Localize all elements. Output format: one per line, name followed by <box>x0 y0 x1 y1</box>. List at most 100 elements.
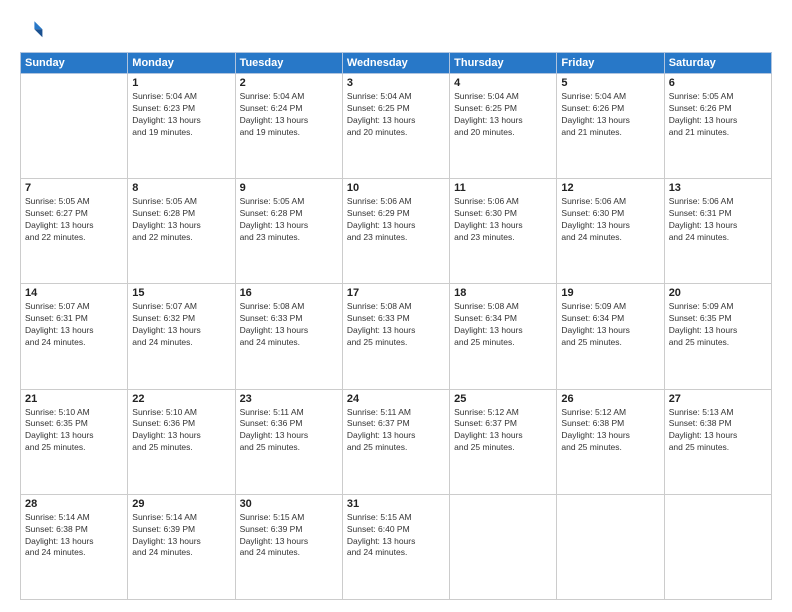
day-number: 20 <box>669 287 767 299</box>
calendar-cell: 1 Sunrise: 5:04 AMSunset: 6:23 PMDaylight… <box>128 74 235 179</box>
calendar-cell: 17 Sunrise: 5:08 AMSunset: 6:33 PMDayligh… <box>342 284 449 389</box>
weekday-header-wednesday: Wednesday <box>342 53 449 74</box>
day-info: Sunrise: 5:09 AMSunset: 6:35 PMDaylight:… <box>669 301 767 349</box>
calendar-cell <box>21 74 128 179</box>
day-number: 22 <box>132 393 230 405</box>
day-number: 29 <box>132 498 230 510</box>
day-info: Sunrise: 5:12 AMSunset: 6:37 PMDaylight:… <box>454 407 552 455</box>
calendar-cell <box>664 494 771 599</box>
calendar-cell: 27 Sunrise: 5:13 AMSunset: 6:38 PMDayligh… <box>664 389 771 494</box>
day-info: Sunrise: 5:10 AMSunset: 6:35 PMDaylight:… <box>25 407 123 455</box>
day-number: 30 <box>240 498 338 510</box>
day-number: 13 <box>669 182 767 194</box>
day-info: Sunrise: 5:04 AMSunset: 6:25 PMDaylight:… <box>454 91 552 139</box>
calendar-cell: 22Sunrise: 5:10 AMSunset: 6:36 PMDayligh… <box>128 389 235 494</box>
calendar-cell: 6 Sunrise: 5:05 AMSunset: 6:26 PMDaylight… <box>664 74 771 179</box>
header <box>20 18 772 42</box>
day-info: Sunrise: 5:04 AMSunset: 6:25 PMDaylight:… <box>347 91 445 139</box>
day-number: 23 <box>240 393 338 405</box>
calendar-cell: 3 Sunrise: 5:04 AMSunset: 6:25 PMDaylight… <box>342 74 449 179</box>
calendar-cell: 29 Sunrise: 5:14 AMSunset: 6:39 PMDayligh… <box>128 494 235 599</box>
weekday-header-sunday: Sunday <box>21 53 128 74</box>
calendar-cell: 31Sunrise: 5:15 AMSunset: 6:40 PMDayligh… <box>342 494 449 599</box>
week-row-2: 7Sunrise: 5:05 AMSunset: 6:27 PMDaylight… <box>21 179 772 284</box>
day-number: 27 <box>669 393 767 405</box>
page: SundayMondayTuesdayWednesdayThursdayFrid… <box>0 0 792 612</box>
calendar-cell: 15 Sunrise: 5:07 AMSunset: 6:32 PMDayligh… <box>128 284 235 389</box>
day-number: 25 <box>454 393 552 405</box>
day-number: 3 <box>347 77 445 89</box>
day-number: 16 <box>240 287 338 299</box>
calendar-cell: 18 Sunrise: 5:08 AMSunset: 6:34 PMDayligh… <box>450 284 557 389</box>
day-number: 28 <box>25 498 123 510</box>
calendar-cell: 2Sunrise: 5:04 AMSunset: 6:24 PMDaylight… <box>235 74 342 179</box>
day-number: 10 <box>347 182 445 194</box>
day-info: Sunrise: 5:12 AMSunset: 6:38 PMDaylight:… <box>561 407 659 455</box>
day-number: 24 <box>347 393 445 405</box>
weekday-header-thursday: Thursday <box>450 53 557 74</box>
week-row-3: 14Sunrise: 5:07 AMSunset: 6:31 PMDayligh… <box>21 284 772 389</box>
day-number: 6 <box>669 77 767 89</box>
day-info: Sunrise: 5:05 AMSunset: 6:28 PMDaylight:… <box>240 196 338 244</box>
day-number: 8 <box>132 182 230 194</box>
day-info: Sunrise: 5:05 AMSunset: 6:28 PMDaylight:… <box>132 196 230 244</box>
calendar-cell: 5 Sunrise: 5:04 AMSunset: 6:26 PMDaylight… <box>557 74 664 179</box>
calendar-cell: 23Sunrise: 5:11 AMSunset: 6:36 PMDayligh… <box>235 389 342 494</box>
calendar-cell: 7Sunrise: 5:05 AMSunset: 6:27 PMDaylight… <box>21 179 128 284</box>
weekday-header-monday: Monday <box>128 53 235 74</box>
logo <box>20 18 46 42</box>
calendar-cell: 4 Sunrise: 5:04 AMSunset: 6:25 PMDaylight… <box>450 74 557 179</box>
day-info: Sunrise: 5:06 AMSunset: 6:30 PMDaylight:… <box>561 196 659 244</box>
calendar-cell <box>450 494 557 599</box>
day-number: 1 <box>132 77 230 89</box>
day-info: Sunrise: 5:08 AMSunset: 6:34 PMDaylight:… <box>454 301 552 349</box>
day-info: Sunrise: 5:14 AMSunset: 6:39 PMDaylight:… <box>132 512 230 560</box>
day-info: Sunrise: 5:07 AMSunset: 6:32 PMDaylight:… <box>132 301 230 349</box>
day-info: Sunrise: 5:05 AMSunset: 6:26 PMDaylight:… <box>669 91 767 139</box>
calendar-cell: 28 Sunrise: 5:14 AMSunset: 6:38 PMDayligh… <box>21 494 128 599</box>
calendar-cell: 8 Sunrise: 5:05 AMSunset: 6:28 PMDaylight… <box>128 179 235 284</box>
calendar-cell: 11Sunrise: 5:06 AMSunset: 6:30 PMDayligh… <box>450 179 557 284</box>
day-number: 7 <box>25 182 123 194</box>
calendar-cell <box>557 494 664 599</box>
calendar-table: SundayMondayTuesdayWednesdayThursdayFrid… <box>20 52 772 600</box>
weekday-header-saturday: Saturday <box>664 53 771 74</box>
weekday-header-friday: Friday <box>557 53 664 74</box>
day-info: Sunrise: 5:09 AMSunset: 6:34 PMDaylight:… <box>561 301 659 349</box>
day-info: Sunrise: 5:15 AMSunset: 6:39 PMDaylight:… <box>240 512 338 560</box>
day-number: 15 <box>132 287 230 299</box>
calendar-cell: 25 Sunrise: 5:12 AMSunset: 6:37 PMDayligh… <box>450 389 557 494</box>
day-number: 9 <box>240 182 338 194</box>
day-number: 5 <box>561 77 659 89</box>
day-info: Sunrise: 5:08 AMSunset: 6:33 PMDaylight:… <box>347 301 445 349</box>
day-info: Sunrise: 5:04 AMSunset: 6:26 PMDaylight:… <box>561 91 659 139</box>
day-info: Sunrise: 5:15 AMSunset: 6:40 PMDaylight:… <box>347 512 445 560</box>
day-info: Sunrise: 5:13 AMSunset: 6:38 PMDaylight:… <box>669 407 767 455</box>
week-row-1: 1 Sunrise: 5:04 AMSunset: 6:23 PMDaylight… <box>21 74 772 179</box>
day-number: 11 <box>454 182 552 194</box>
day-info: Sunrise: 5:11 AMSunset: 6:37 PMDaylight:… <box>347 407 445 455</box>
calendar-cell: 19 Sunrise: 5:09 AMSunset: 6:34 PMDayligh… <box>557 284 664 389</box>
calendar-cell: 21 Sunrise: 5:10 AMSunset: 6:35 PMDayligh… <box>21 389 128 494</box>
day-info: Sunrise: 5:14 AMSunset: 6:38 PMDaylight:… <box>25 512 123 560</box>
week-row-4: 21 Sunrise: 5:10 AMSunset: 6:35 PMDayligh… <box>21 389 772 494</box>
weekday-header-row: SundayMondayTuesdayWednesdayThursdayFrid… <box>21 53 772 74</box>
day-info: Sunrise: 5:06 AMSunset: 6:31 PMDaylight:… <box>669 196 767 244</box>
day-info: Sunrise: 5:04 AMSunset: 6:23 PMDaylight:… <box>132 91 230 139</box>
day-number: 4 <box>454 77 552 89</box>
day-info: Sunrise: 5:06 AMSunset: 6:29 PMDaylight:… <box>347 196 445 244</box>
day-number: 26 <box>561 393 659 405</box>
day-number: 17 <box>347 287 445 299</box>
day-number: 18 <box>454 287 552 299</box>
day-number: 21 <box>25 393 123 405</box>
calendar-cell: 26 Sunrise: 5:12 AMSunset: 6:38 PMDayligh… <box>557 389 664 494</box>
calendar-cell: 30 Sunrise: 5:15 AMSunset: 6:39 PMDayligh… <box>235 494 342 599</box>
calendar-cell: 24 Sunrise: 5:11 AMSunset: 6:37 PMDayligh… <box>342 389 449 494</box>
day-number: 19 <box>561 287 659 299</box>
calendar-cell: 14Sunrise: 5:07 AMSunset: 6:31 PMDayligh… <box>21 284 128 389</box>
weekday-header-tuesday: Tuesday <box>235 53 342 74</box>
day-info: Sunrise: 5:08 AMSunset: 6:33 PMDaylight:… <box>240 301 338 349</box>
calendar-cell: 9 Sunrise: 5:05 AMSunset: 6:28 PMDaylight… <box>235 179 342 284</box>
day-number: 14 <box>25 287 123 299</box>
logo-icon <box>20 18 44 42</box>
